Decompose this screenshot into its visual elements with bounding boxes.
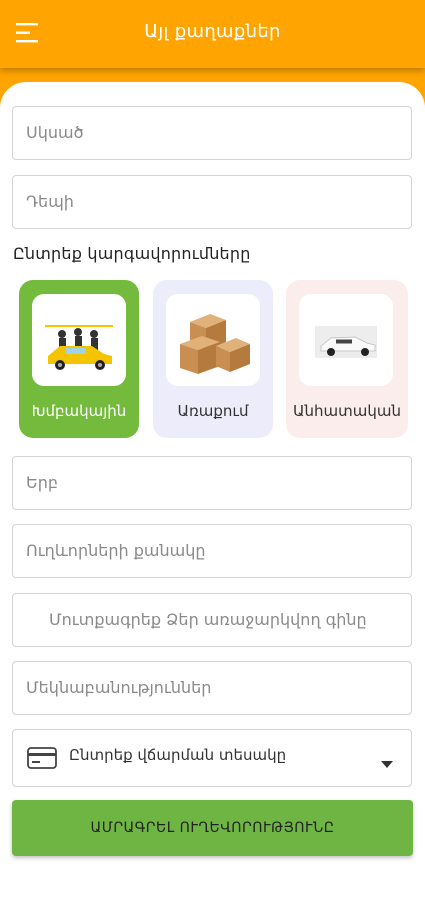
payment-type-placeholder: Ընտրեք վճարման տեսակը: [69, 746, 287, 764]
from-field[interactable]: Սկսած: [12, 106, 412, 160]
price-placeholder: Մուտքագրեք Ձեր առաջարկվող գինը: [49, 610, 367, 629]
chevron-down-icon: [381, 753, 393, 772]
when-placeholder: Երբ: [26, 473, 58, 492]
when-field[interactable]: Երբ: [12, 456, 412, 510]
passengers-field[interactable]: Ուղևորների քանակը: [12, 524, 412, 578]
notes-placeholder: Մեկնաբանություններ: [26, 678, 212, 697]
option-group-label: Խմբակային: [31, 402, 127, 420]
top-app-bar: Այլ քաղաքներ: [0, 0, 425, 68]
page-title: Այլ քաղաքներ: [144, 21, 281, 42]
to-field[interactable]: Դեպի: [12, 175, 412, 229]
option-delivery-label: Առաքում: [177, 402, 249, 420]
credit-card-icon: [27, 747, 57, 773]
option-delivery[interactable]: Առաքում: [153, 280, 273, 438]
passengers-placeholder: Ուղևորների քանակը: [26, 541, 206, 560]
option-private-label: Անհատական: [293, 402, 401, 420]
to-placeholder: Դեպի: [26, 192, 74, 211]
private-car-icon: [299, 294, 393, 386]
delivery-boxes-icon: [166, 294, 260, 386]
group-taxi-icon: [32, 294, 126, 386]
book-trip-button[interactable]: ԱՄՐԱԳՐԵԼ ՈՒՂԵՎՈՐՈՒԹՅՈՒՆԸ: [12, 800, 413, 856]
option-private[interactable]: Անհատական: [286, 280, 408, 438]
select-mode-label: Ընտրեք կարգավորումները: [13, 244, 251, 263]
from-placeholder: Սկսած: [26, 123, 84, 142]
notes-field[interactable]: Մեկնաբանություններ: [12, 661, 412, 715]
price-field[interactable]: Մուտքագրեք Ձեր առաջարկվող գինը: [12, 593, 412, 647]
option-group-ride[interactable]: Խմբակային: [19, 280, 139, 438]
payment-type-select[interactable]: Ընտրեք վճարման տեսակը: [12, 729, 412, 787]
